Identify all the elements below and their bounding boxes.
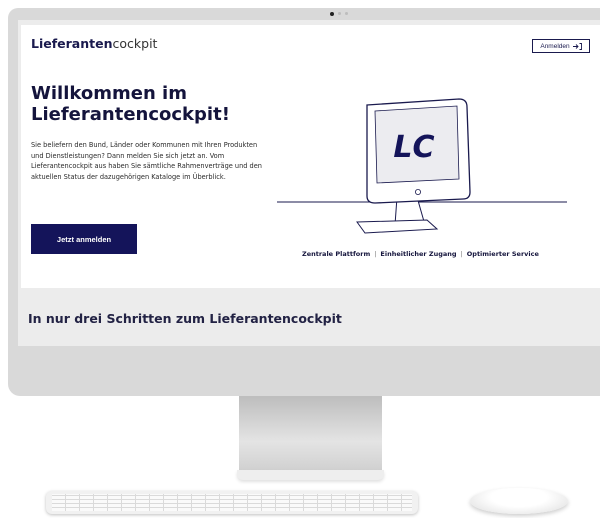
tagline-separator: |	[460, 250, 463, 258]
mouse	[470, 488, 568, 514]
lc-mark: LC	[393, 130, 434, 165]
login-button-label: Anmelden	[540, 42, 570, 50]
tagline-item-service: Optimierter Service	[466, 250, 539, 258]
monitor: Lieferantencockpit Anmelden Willkommen i…	[8, 8, 600, 396]
login-button[interactable]: Anmelden	[532, 39, 590, 53]
keyboard	[46, 491, 418, 514]
page-title: Willkommen im Lieferantencockpit!	[31, 83, 230, 125]
login-arrow-icon	[572, 42, 582, 50]
monitor-stand-base	[237, 470, 384, 480]
intro-text: Sie beliefern den Bund, Länder oder Komm…	[31, 141, 262, 181]
login-now-button[interactable]: Jetzt anmelden	[31, 224, 137, 254]
feature-tagline: Zentrale Plattform | Einheitlicher Zugang |…	[302, 250, 539, 258]
monitor-illustration: LC	[277, 98, 567, 234]
logo-bold: Lieferanten	[31, 36, 113, 51]
steps-section-title: In nur drei Schritten zum Lieferantencoc…	[28, 311, 342, 326]
tagline-item-access: Einheitlicher Zugang	[380, 250, 457, 258]
tagline-item-platform: Zentrale Plattform	[302, 250, 371, 258]
tagline-separator: |	[374, 250, 377, 258]
monitor-stand	[239, 396, 382, 472]
hero-section: Lieferantencockpit Anmelden Willkommen i…	[21, 25, 600, 288]
screen: Lieferantencockpit Anmelden Willkommen i…	[18, 20, 600, 346]
site-logo[interactable]: Lieferantencockpit	[31, 36, 157, 51]
logo-light: cockpit	[112, 36, 158, 51]
camera	[330, 11, 348, 16]
